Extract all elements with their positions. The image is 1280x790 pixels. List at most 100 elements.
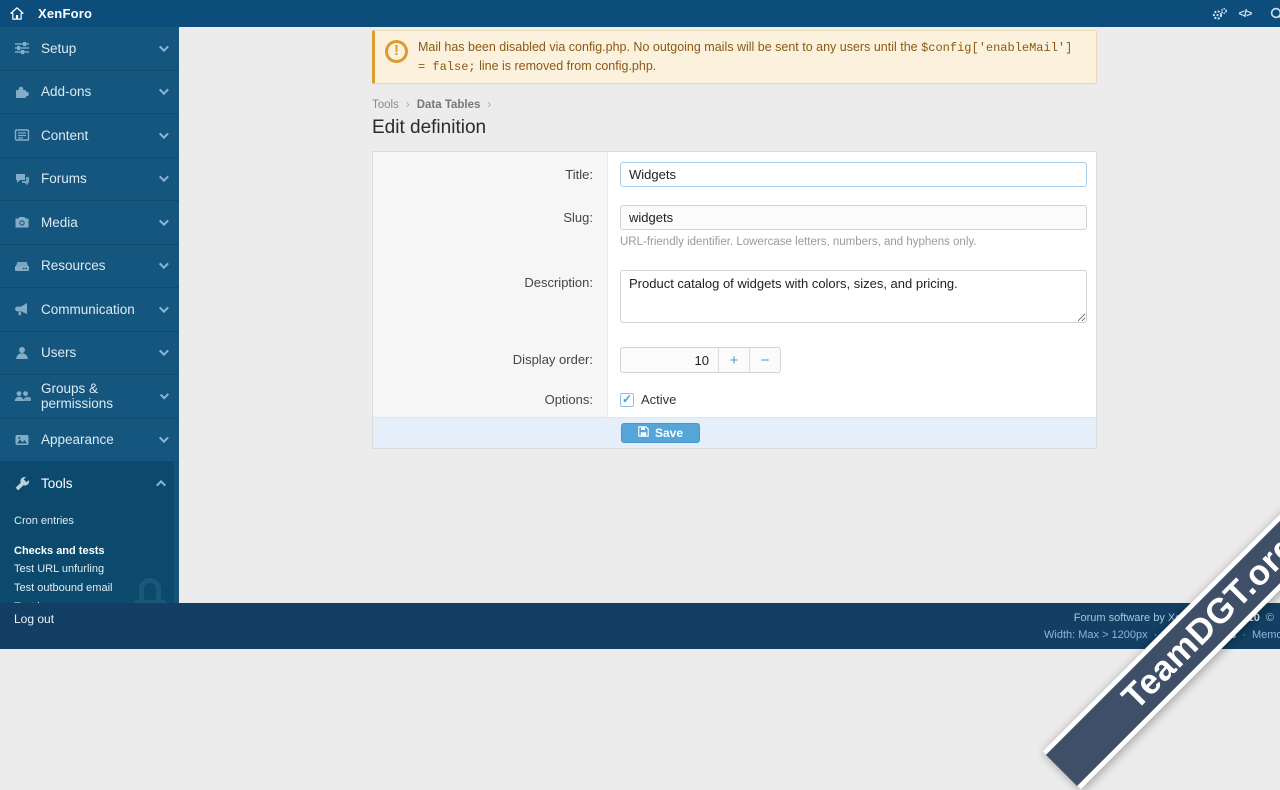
breadcrumb-separator: › xyxy=(406,99,410,111)
footer-copyright: Forum software by XenForo®v2.3.10© xyxy=(1074,612,1274,624)
camera-icon xyxy=(14,214,32,230)
description-textarea[interactable]: Product catalog of widgets with colors, … xyxy=(620,270,1087,323)
display-order-row: Display order: + − xyxy=(373,340,1096,380)
top-bar: XenForo </> xyxy=(0,0,1280,27)
sliders-icon xyxy=(14,40,32,56)
sidebar-item-users[interactable]: Users xyxy=(0,332,179,376)
logout-link[interactable]: Log out xyxy=(14,612,54,626)
breadcrumb-separator: › xyxy=(487,99,491,111)
puzzle-icon xyxy=(14,84,32,100)
sidebar-item-addons[interactable]: Add-ons xyxy=(0,71,179,115)
save-button-label: Save xyxy=(655,426,683,440)
footer-time-value: 0.0081s xyxy=(1196,629,1236,641)
footer-time-label: Time: xyxy=(1163,629,1190,641)
image-icon xyxy=(14,432,32,448)
page-footer: Log out Forum software by XenForo®v2.3.1… xyxy=(0,603,1280,649)
footer-memory-label: Memory: xyxy=(1252,629,1280,641)
sidebar-item-media[interactable]: Media xyxy=(0,201,179,245)
chevron-down-icon xyxy=(159,172,169,182)
decrement-button[interactable]: − xyxy=(749,348,780,372)
sidebar-item-content[interactable]: Content xyxy=(0,114,179,158)
sidebar-item-label: Tools xyxy=(41,476,73,491)
chevron-down-icon xyxy=(159,42,169,52)
home-icon[interactable] xyxy=(0,7,34,20)
slug-help-text: URL-friendly identifier. Lowercase lette… xyxy=(620,236,1087,248)
sidebar-item-label: Media xyxy=(41,215,78,230)
title-input[interactable] xyxy=(620,162,1087,187)
active-checkbox[interactable] xyxy=(620,393,634,407)
sidebar-item-label: Appearance xyxy=(41,432,114,447)
options-label: Options: xyxy=(545,392,593,407)
tools-section: Tools Cron entries Checks and tests Test… xyxy=(0,462,179,621)
app-title[interactable]: XenForo xyxy=(38,6,92,21)
search-icon[interactable] xyxy=(1268,6,1280,22)
tools-group-header: Checks and tests xyxy=(0,542,179,560)
save-button[interactable]: Save xyxy=(621,423,700,443)
sidebar-item-label: Resources xyxy=(41,258,106,273)
footer-dot: · xyxy=(1242,629,1246,641)
form-footer: Save xyxy=(373,417,1096,448)
comments-icon xyxy=(14,171,32,187)
sidebar-item-label: Add-ons xyxy=(41,84,91,99)
chevron-down-icon xyxy=(159,390,169,400)
footer-copyright-symbol: © xyxy=(1266,612,1274,624)
chevron-up-icon xyxy=(156,480,166,490)
chevron-down-icon xyxy=(159,259,169,269)
sidebar-item-setup[interactable]: Setup xyxy=(0,27,179,71)
sidebar-item-appearance[interactable]: Appearance xyxy=(0,419,179,463)
display-order-label: Display order: xyxy=(513,352,593,367)
slug-label: Slug: xyxy=(563,210,593,225)
sidebar-item-forums[interactable]: Forums xyxy=(0,158,179,202)
sidebar-item-label: Setup xyxy=(41,41,76,56)
page-title: Edit definition xyxy=(372,117,1097,139)
edit-definition-form: Title: Slug: URL-friendly identifier. Lo… xyxy=(372,151,1097,449)
chevron-down-icon xyxy=(159,346,169,356)
chevron-down-icon xyxy=(159,129,169,139)
title-row: Title: xyxy=(373,152,1096,196)
sidebar-item-communication[interactable]: Communication xyxy=(0,288,179,332)
code-icon[interactable]: </> xyxy=(1236,6,1254,22)
footer-stats: Width: Max > 1200px · Time: 0.0081s · Me… xyxy=(1044,629,1280,641)
footer-width-stat: Width: Max > 1200px xyxy=(1044,629,1148,641)
display-order-stepper: + − xyxy=(620,347,781,373)
group-icon xyxy=(14,388,32,404)
warning-text: Mail has been disabled via config.php. N… xyxy=(418,38,1084,76)
active-checkbox-label: Active xyxy=(641,392,676,407)
main-content: ! Mail has been disabled via config.php.… xyxy=(179,27,1280,603)
tools-link-test-url-unfurling[interactable]: Test URL unfurling xyxy=(0,560,179,579)
slug-input[interactable] xyxy=(620,205,1087,230)
user-icon xyxy=(14,345,32,361)
sidebar-item-resources[interactable]: Resources xyxy=(0,245,179,289)
footer-software[interactable]: Forum software by XenForo® xyxy=(1074,612,1218,624)
increment-button[interactable]: + xyxy=(718,348,749,372)
display-order-input[interactable] xyxy=(621,348,718,372)
tools-link-cron-entries[interactable]: Cron entries xyxy=(0,512,179,531)
breadcrumb: Tools › Data Tables › xyxy=(372,99,1097,111)
tools-link-test-outbound-email[interactable]: Test outbound email xyxy=(0,579,179,598)
sidebar-item-label: Users xyxy=(41,345,76,360)
sidebar-item-groups-permissions[interactable]: Groups & permissions xyxy=(0,375,179,419)
bullhorn-icon xyxy=(14,301,32,317)
sidebar-item-label: Groups & permissions xyxy=(41,381,160,411)
title-label: Title: xyxy=(565,167,593,182)
footer-dot: · xyxy=(1154,629,1158,641)
chevron-down-icon xyxy=(159,303,169,313)
breadcrumb-data-tables[interactable]: Data Tables xyxy=(417,99,481,111)
wrench-icon xyxy=(14,476,32,492)
warning-icon: ! xyxy=(385,40,408,63)
chevron-down-icon xyxy=(159,216,169,226)
sidebar-item-label: Communication xyxy=(41,302,135,317)
breadcrumb-tools[interactable]: Tools xyxy=(372,99,399,111)
newspaper-icon xyxy=(14,127,32,143)
sidebar: Setup Add-ons Content Forums Media xyxy=(0,27,179,603)
drive-icon xyxy=(14,258,32,274)
options-row: Options: Active xyxy=(373,380,1096,417)
sidebar-item-label: Forums xyxy=(41,171,87,186)
sidebar-item-label: Content xyxy=(41,128,88,143)
gears-icon[interactable] xyxy=(1210,6,1228,22)
slug-row: Slug: URL-friendly identifier. Lowercase… xyxy=(373,196,1096,258)
sidebar-item-tools[interactable]: Tools xyxy=(0,462,179,506)
chevron-down-icon xyxy=(159,85,169,95)
chevron-down-icon xyxy=(159,433,169,443)
save-icon xyxy=(638,426,649,440)
